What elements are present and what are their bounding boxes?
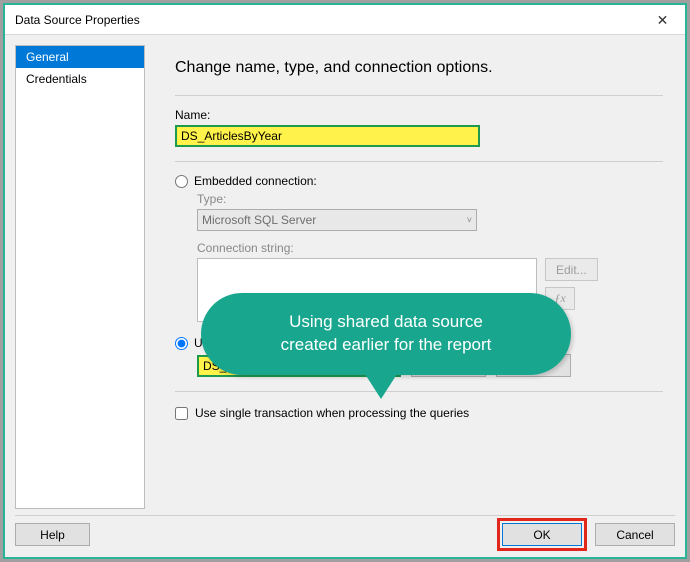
single-tx-label: Use single transaction when processing t… bbox=[195, 406, 469, 420]
divider bbox=[175, 95, 663, 96]
type-value: Microsoft SQL Server bbox=[202, 213, 316, 227]
sidebar-item-credentials[interactable]: Credentials bbox=[16, 68, 144, 90]
type-label: Type: bbox=[197, 192, 663, 206]
window-title: Data Source Properties bbox=[15, 13, 140, 27]
chevron-down-icon: ˅ bbox=[467, 215, 472, 225]
sidebar-item-label: Credentials bbox=[26, 72, 87, 86]
cancel-button[interactable]: Cancel bbox=[595, 523, 675, 546]
nav-sidebar: General Credentials bbox=[15, 45, 145, 509]
connstr-edit-button[interactable]: Edit... bbox=[545, 258, 598, 281]
single-tx-row[interactable]: Use single transaction when processing t… bbox=[175, 406, 663, 420]
type-select[interactable]: Microsoft SQL Server ˅ bbox=[197, 209, 477, 231]
titlebar: Data Source Properties ✕ bbox=[5, 5, 685, 35]
embedded-radio[interactable] bbox=[175, 175, 188, 188]
divider bbox=[175, 391, 663, 392]
shared-radio[interactable] bbox=[175, 337, 188, 350]
annotation-callout: Using shared data source created earlier… bbox=[201, 293, 571, 375]
name-input[interactable] bbox=[177, 127, 478, 145]
panel-heading: Change name, type, and connection option… bbox=[175, 59, 663, 77]
ok-button[interactable]: OK bbox=[502, 523, 582, 546]
main-panel: Change name, type, and connection option… bbox=[145, 45, 675, 509]
sidebar-item-general[interactable]: General bbox=[16, 46, 144, 68]
connstr-label: Connection string: bbox=[197, 241, 663, 255]
help-button[interactable]: Help bbox=[15, 523, 90, 546]
sidebar-item-label: General bbox=[26, 50, 69, 64]
callout-text: Using shared data source created earlier… bbox=[281, 311, 492, 357]
embedded-radio-row[interactable]: Embedded connection: bbox=[175, 174, 663, 188]
single-tx-checkbox[interactable] bbox=[175, 407, 188, 420]
close-button[interactable]: ✕ bbox=[640, 5, 685, 35]
name-label: Name: bbox=[175, 108, 663, 122]
dialog-body: General Credentials Change name, type, a… bbox=[5, 35, 685, 557]
content-area: General Credentials Change name, type, a… bbox=[15, 45, 675, 509]
ok-highlight: OK bbox=[497, 518, 587, 551]
dialog-window: Data Source Properties ✕ General Credent… bbox=[3, 3, 687, 559]
embedded-radio-label: Embedded connection: bbox=[194, 174, 317, 188]
footer-button-bar: Help OK Cancel bbox=[15, 515, 675, 547]
divider bbox=[175, 161, 663, 162]
close-icon: ✕ bbox=[657, 12, 669, 29]
name-field-highlight bbox=[175, 125, 480, 147]
